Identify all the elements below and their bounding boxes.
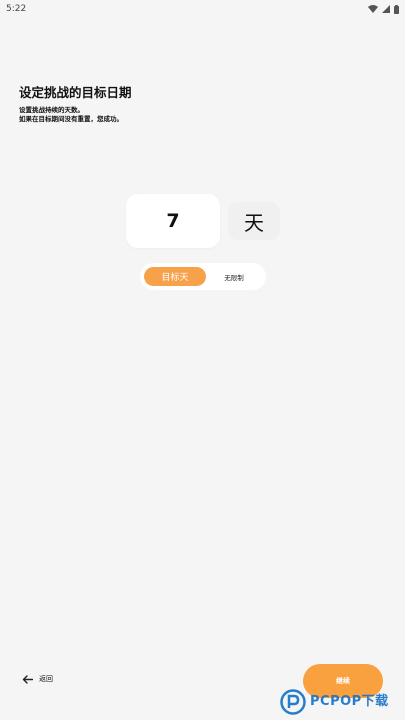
back-label: 返回 — [39, 675, 53, 683]
page-description: 设置挑战持续的天数。 如果在目标期间没有重置，您成功。 — [19, 106, 132, 124]
page-title: 设定挑战的目标日期 — [19, 85, 132, 100]
arrow-left-icon — [22, 674, 33, 684]
watermark-text: PCPOP下载 — [310, 694, 389, 709]
mode-toggle: 目标天 无限制 — [140, 263, 266, 290]
day-picker: 7 天 — [126, 194, 280, 248]
header: 设定挑战的目标日期 设置挑战持续的天数。 如果在目标期间没有重置，您成功。 — [19, 85, 132, 124]
wifi-icon — [368, 5, 378, 13]
watermark: PCPOP下载 — [280, 684, 405, 720]
battery-icon — [394, 4, 399, 14]
toggle-unlimited[interactable]: 无限制 — [206, 267, 262, 286]
back-button[interactable]: 返回 — [22, 674, 53, 684]
toggle-target-days[interactable]: 目标天 — [144, 267, 206, 286]
status-bar: 5:22 — [0, 0, 405, 18]
day-unit-label: 天 — [228, 202, 280, 240]
status-icons — [368, 4, 399, 14]
cellular-signal-icon — [382, 5, 390, 13]
pcpop-logo-icon — [280, 689, 306, 715]
description-line-2: 如果在目标期间没有重置，您成功。 — [19, 115, 123, 123]
status-time: 5:22 — [6, 4, 27, 14]
day-count-input[interactable]: 7 — [126, 194, 220, 248]
description-line-1: 设置挑战持续的天数。 — [19, 106, 84, 114]
